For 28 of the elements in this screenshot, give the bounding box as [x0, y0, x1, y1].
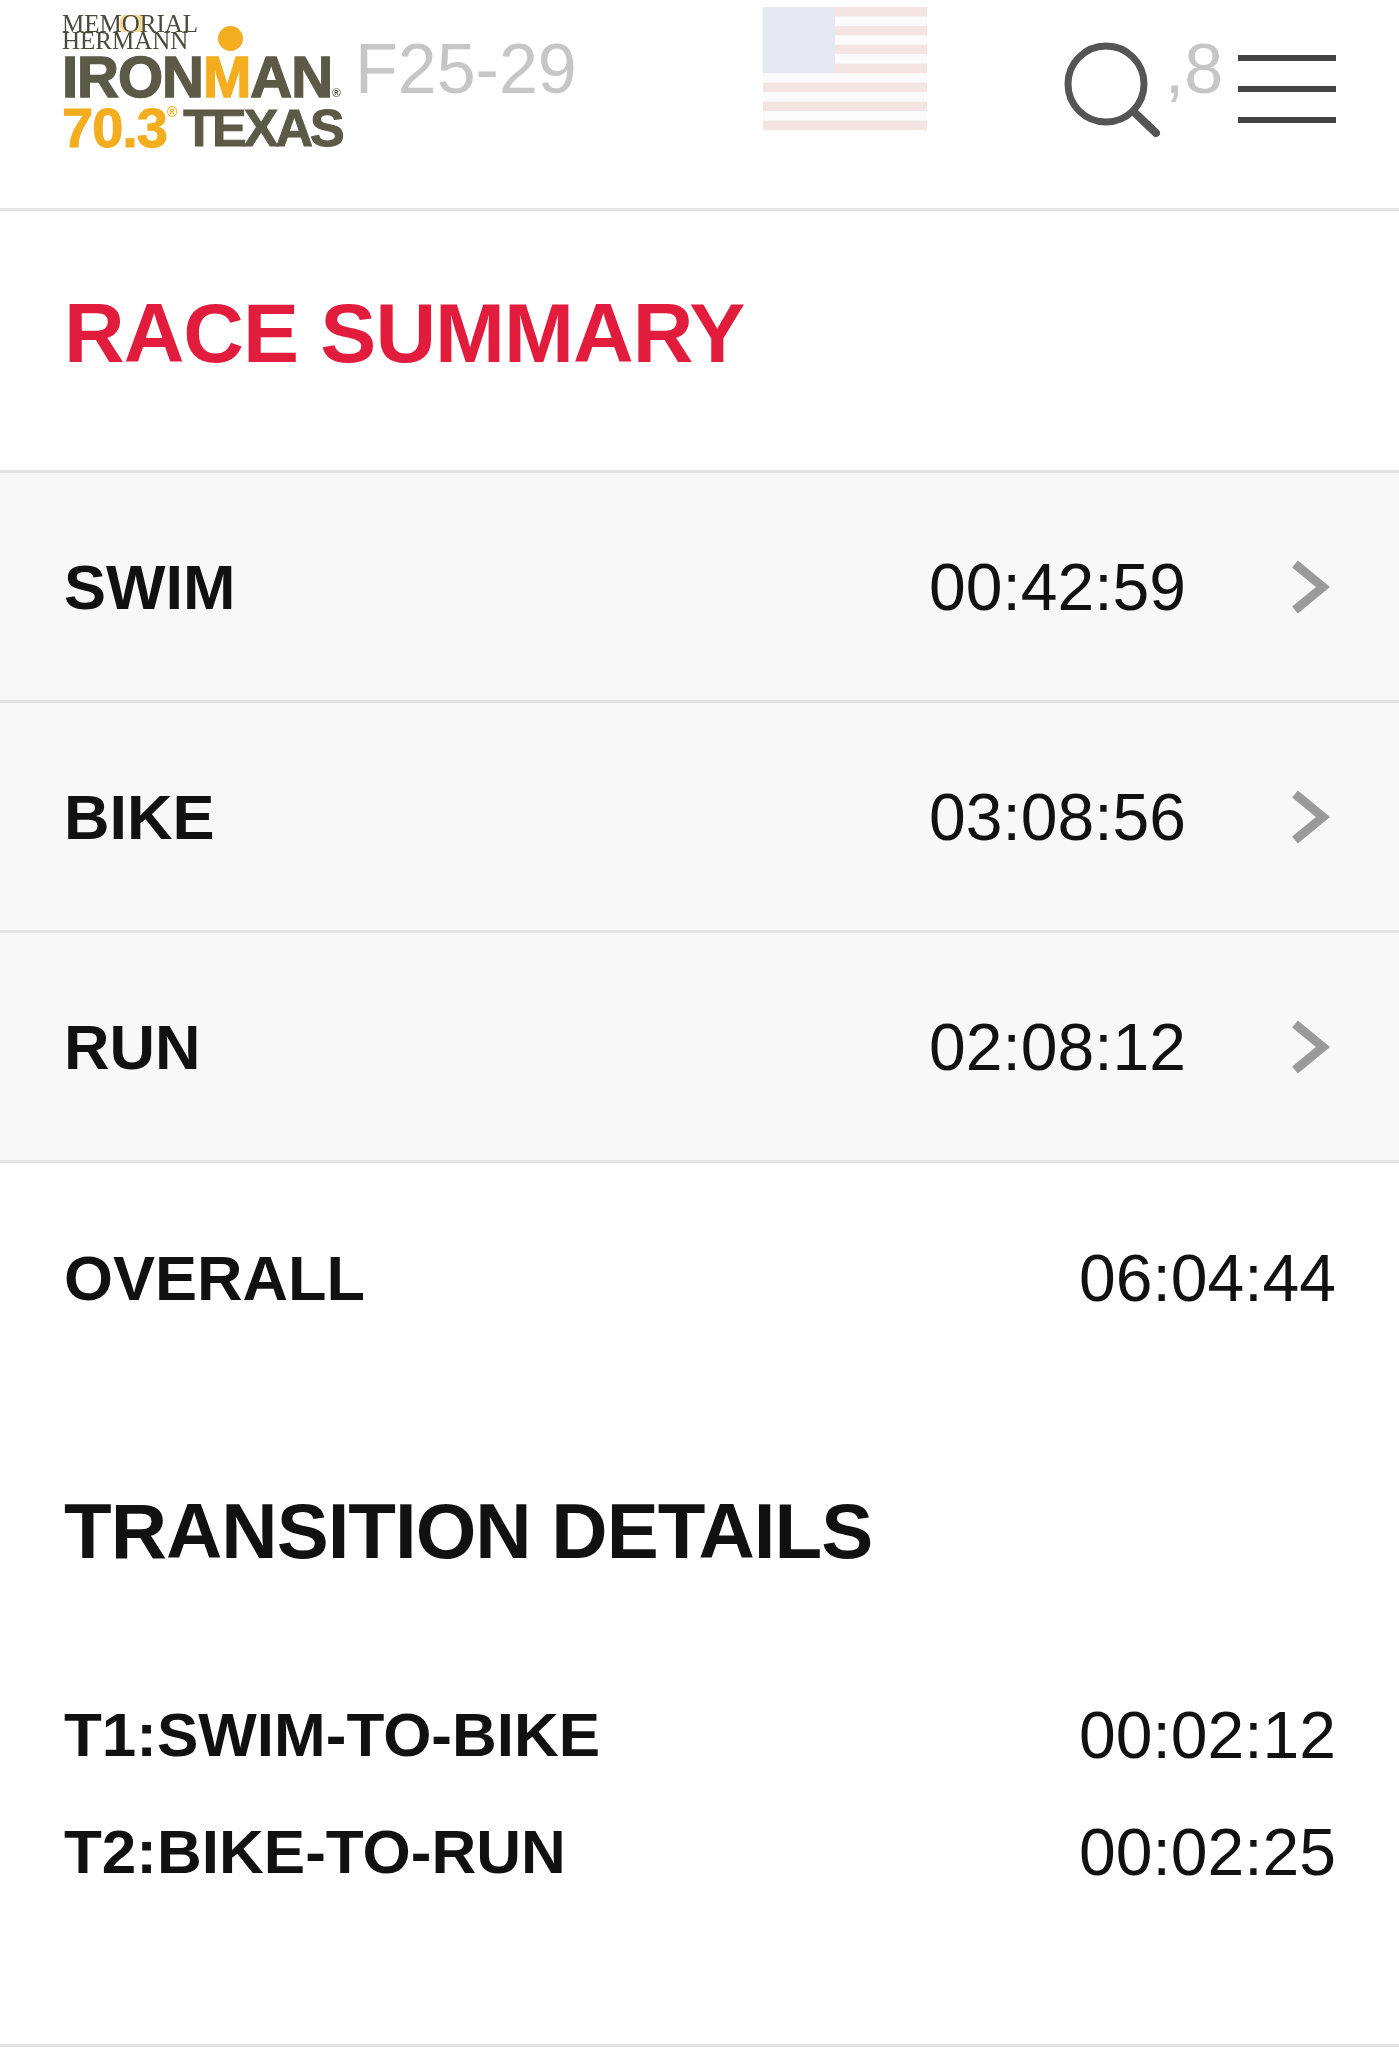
leg-time: 00:42:59 — [929, 548, 1186, 625]
transition-time: 00:02:12 — [1079, 1696, 1336, 1773]
dot-icon — [218, 26, 243, 51]
transition-label: T2:BIKE-TO-RUN — [64, 1816, 567, 1887]
overall-time: 06:04:44 — [1079, 1240, 1336, 1316]
leg-time: 03:08:56 — [929, 778, 1186, 855]
leg-row[interactable]: BIKE 03:08:56 — [0, 703, 1399, 933]
leg-name: RUN — [64, 1010, 202, 1083]
chevron-right-icon — [1290, 1018, 1330, 1075]
leg-row[interactable]: SWIM 00:42:59 — [0, 473, 1399, 703]
leg-row[interactable]: RUN 02:08:12 — [0, 933, 1399, 1163]
sponsor-text: HERMANN — [62, 32, 189, 49]
transition-label: T1:SWIM-TO-BIKE — [64, 1699, 602, 1770]
chevron-right-icon — [1290, 788, 1330, 845]
leg-name: BIKE — [64, 780, 216, 853]
search-icon[interactable] — [1062, 42, 1162, 138]
section-title: TRANSITION DETAILS — [64, 1486, 874, 1577]
leg-time: 02:08:12 — [929, 1008, 1186, 1085]
stat-text: F25-29 — [355, 34, 577, 104]
transition-time: 00:02:25 — [1079, 1813, 1336, 1890]
chevron-right-icon — [1290, 558, 1330, 615]
leg-name: SWIM — [64, 550, 237, 623]
registered-mark: ® — [167, 105, 178, 119]
stat-text: ,8 — [1164, 34, 1224, 104]
flag-icon — [762, 7, 927, 130]
section-title: RACE SUMMARY — [64, 285, 746, 382]
overall-label: OVERALL — [64, 1242, 366, 1314]
menu-icon[interactable] — [1238, 55, 1336, 123]
